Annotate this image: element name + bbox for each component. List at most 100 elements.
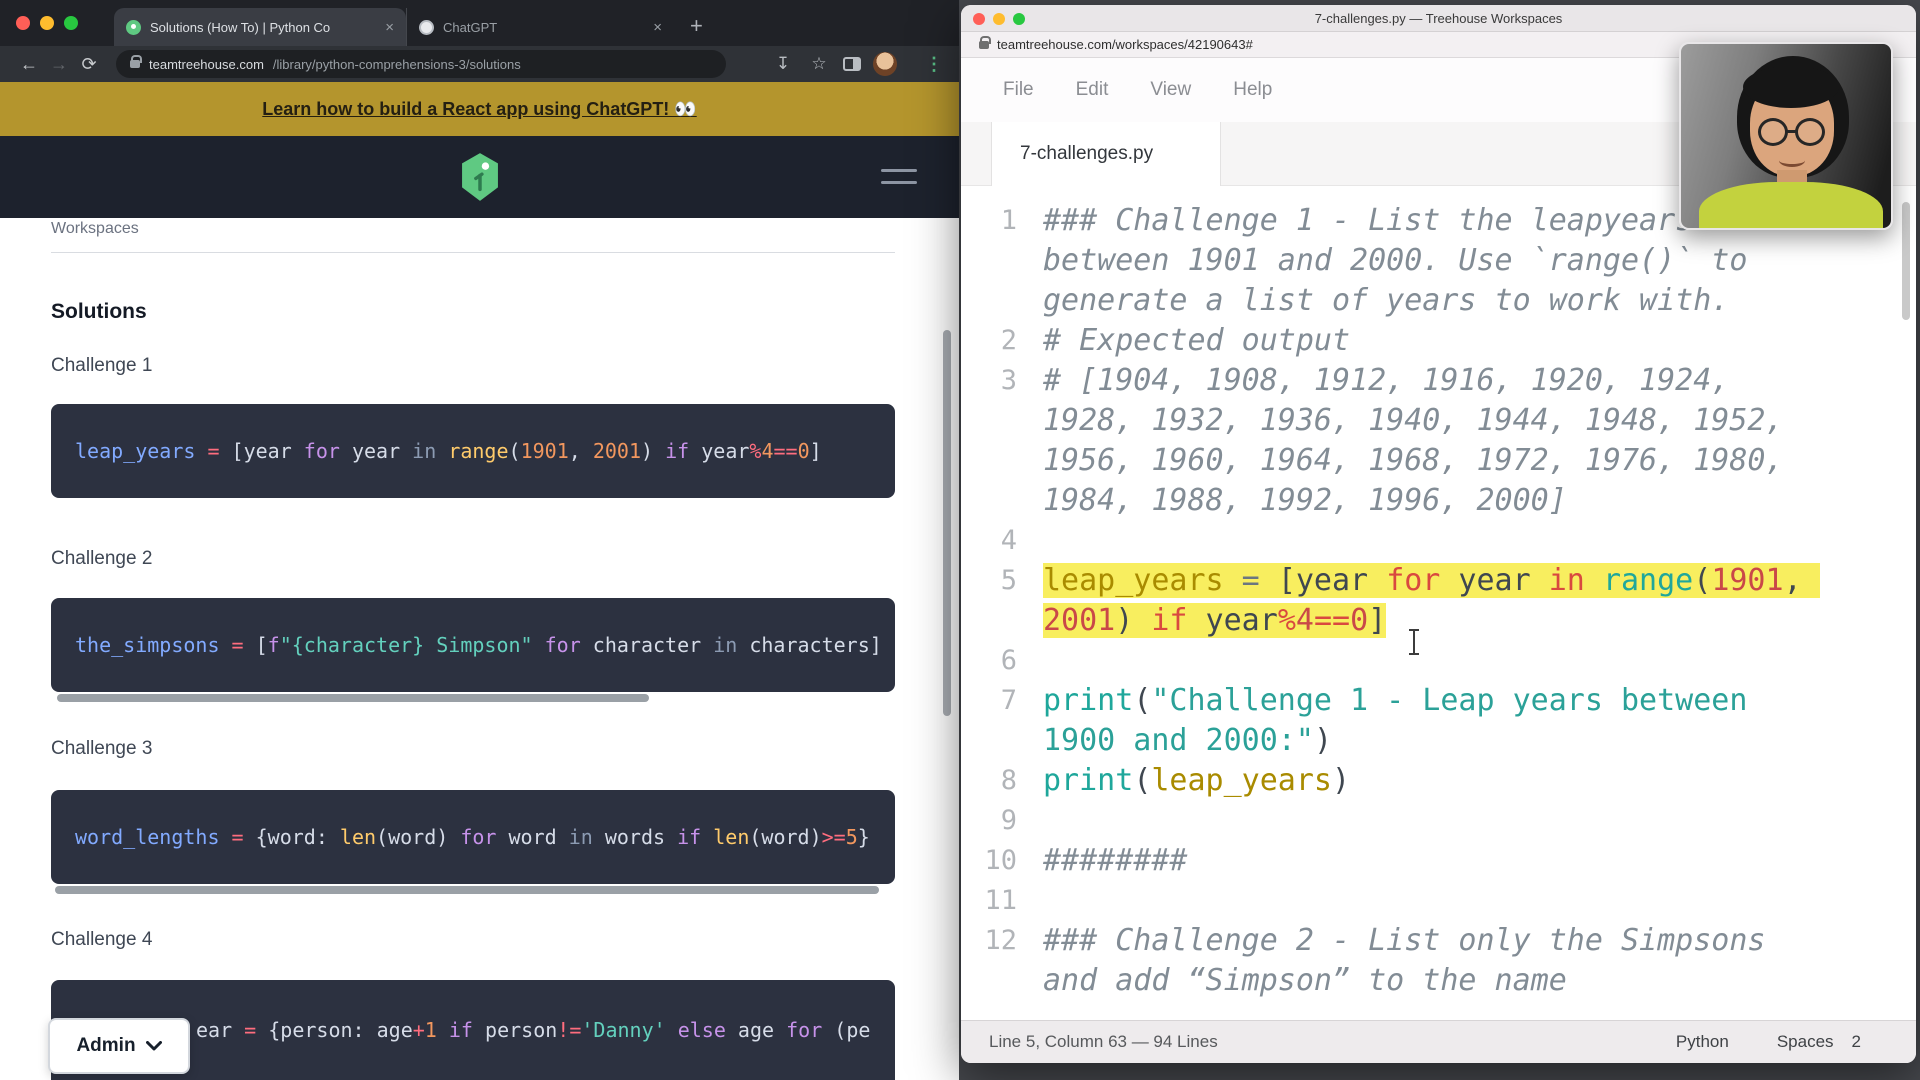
address-bar[interactable]: teamtreehouse.com/library/python-compreh… [116, 50, 726, 78]
traffic-lights [973, 13, 1025, 25]
indent-mode-label[interactable]: Spaces [1777, 1032, 1834, 1052]
line-number: 12 [961, 921, 1017, 1001]
breadcrumb-workspaces[interactable]: Workspaces [51, 220, 139, 238]
editor-line[interactable]: 9 [961, 801, 1916, 841]
close-tab-icon[interactable]: × [653, 20, 662, 35]
code-line[interactable]: # Expected output [1043, 321, 1823, 361]
workspace-window: 7-challenges.py — Treehouse Workspaces t… [961, 5, 1916, 1063]
code-line[interactable]: print(leap_years) [1043, 761, 1823, 801]
code-snippet-block: word_lengths = {word: len(word) for word… [51, 790, 895, 884]
text-cursor-pointer [1413, 630, 1415, 654]
horizontal-scrollbar-thumb[interactable] [57, 694, 649, 702]
editor-line[interactable]: 5 leap_years = [year for year in range(19… [961, 561, 1916, 641]
code-snippet-block: leap_years = [year for year in range(190… [51, 404, 895, 498]
code-line[interactable]: ### Challenge 2 - List only the Simpsons… [1043, 921, 1823, 1001]
download-icon[interactable]: ↧ [771, 54, 795, 74]
line-number: 9 [961, 801, 1017, 841]
editor-tab-7-challenges[interactable]: 7-challenges.py [991, 122, 1221, 186]
language-mode[interactable]: Python [1676, 1032, 1729, 1052]
glasses-left-lens [1758, 118, 1788, 146]
line-number: 3 [961, 361, 1017, 521]
webcam-overlay [1679, 42, 1893, 230]
menu-edit[interactable]: Edit [1076, 79, 1109, 101]
editor-line[interactable]: 7print("Challenge 1 - Leap years between… [961, 681, 1916, 761]
editor-line[interactable]: 3# [1904, 1908, 1912, 1916, 1920, 1924, … [961, 361, 1916, 521]
back-icon[interactable]: ← [14, 54, 44, 75]
browser-tab-solutions[interactable]: Solutions (How To) | Python Co × [114, 8, 406, 46]
code-line[interactable] [1043, 641, 1823, 681]
menu-view[interactable]: View [1150, 79, 1191, 101]
editor-line[interactable]: 12 ### Challenge 2 - List only the Simpso… [961, 921, 1916, 1001]
editor-line[interactable]: 8print(leap_years) [961, 761, 1916, 801]
menu-file[interactable]: File [1003, 79, 1034, 101]
line-number: 11 [961, 881, 1017, 921]
editor-statusbar: Line 5, Column 63 — 94 Lines Python Spac… [961, 1020, 1916, 1063]
code-line[interactable]: # [1904, 1908, 1912, 1916, 1920, 1924, 1… [1043, 361, 1823, 521]
browser-tab-chatgpt[interactable]: ChatGPT × [406, 8, 674, 46]
challenge-label: Challenge 2 [51, 548, 152, 570]
zoom-window-button[interactable] [1013, 13, 1025, 25]
lock-icon [130, 60, 140, 68]
line-number: 5 [961, 561, 1017, 641]
browser-toolbar: ← → ⟳ teamtreehouse.com/library/python-c… [0, 46, 959, 82]
browser-menu-kebab-icon[interactable]: ⋮ [923, 54, 945, 75]
tab-title: Solutions (How To) | Python Co [150, 20, 376, 35]
challenge-label: Challenge 4 [51, 929, 152, 951]
traffic-lights [0, 16, 90, 30]
profile-avatar[interactable] [873, 52, 897, 76]
workspace-titlebar[interactable]: 7-challenges.py — Treehouse Workspaces [961, 5, 1916, 32]
code-line[interactable]: print("Challenge 1 - Leap years between … [1043, 681, 1823, 761]
url-domain: teamtreehouse.com [149, 57, 264, 72]
indent-size-value[interactable]: 2 [1852, 1032, 1861, 1052]
code-line[interactable] [1043, 801, 1823, 841]
presenter-hair-fringe [1743, 66, 1839, 108]
vertical-scrollbar-thumb[interactable] [943, 330, 951, 716]
horizontal-scrollbar-thumb[interactable] [55, 886, 879, 894]
lock-icon [979, 41, 989, 49]
editor-line[interactable]: 4 [961, 521, 1916, 561]
code-line[interactable] [1043, 881, 1823, 921]
highlighted-code-line[interactable]: leap_years = [year for year in range(190… [1043, 561, 1823, 641]
presenter-shirt [1699, 182, 1883, 230]
editor-line[interactable]: 2# Expected output [961, 321, 1916, 361]
new-tab-button[interactable]: + [690, 13, 703, 39]
code-snippet-block: the_simpsons = [f"{character} Simpson" f… [51, 598, 895, 692]
hamburger-menu-icon[interactable] [881, 169, 917, 193]
treehouse-favicon [126, 20, 141, 35]
browser-tabstrip: Solutions (How To) | Python Co × ChatGPT… [0, 0, 959, 46]
editor-line[interactable]: 11 [961, 881, 1916, 921]
close-window-button[interactable] [973, 13, 985, 25]
side-panel-icon[interactable] [843, 57, 861, 71]
code-editor[interactable]: 1### Challenge 1 - List the leapyears be… [961, 189, 1916, 1020]
line-number: 1 [961, 201, 1017, 321]
editor-line[interactable]: 6 [961, 641, 1916, 681]
glasses-right-lens [1795, 118, 1825, 146]
browser-window: Solutions (How To) | Python Co × ChatGPT… [0, 0, 959, 1080]
editor-scrollbar-thumb[interactable] [1902, 202, 1910, 320]
menu-help[interactable]: Help [1233, 79, 1272, 101]
admin-dropdown-button[interactable]: Admin [48, 1018, 190, 1074]
code-line[interactable] [1043, 521, 1823, 561]
treehouse-logo[interactable] [457, 152, 503, 202]
reload-icon[interactable]: ⟳ [74, 54, 104, 75]
close-tab-icon[interactable]: × [385, 20, 394, 35]
minimize-window-button[interactable] [40, 16, 54, 30]
minimize-window-button[interactable] [993, 13, 1005, 25]
section-divider [51, 252, 895, 253]
promo-banner-link[interactable]: Learn how to build a React app using Cha… [262, 99, 696, 120]
editor-line[interactable]: 10######## [961, 841, 1916, 881]
challenge-label: Challenge 3 [51, 738, 152, 760]
line-number: 6 [961, 641, 1017, 681]
bookmark-star-icon[interactable]: ☆ [807, 54, 831, 74]
cursor-position-status: Line 5, Column 63 — 94 Lines [989, 1032, 1676, 1052]
glasses-bridge [1786, 130, 1796, 133]
challenge-label: Challenge 1 [51, 355, 152, 377]
forward-icon[interactable]: → [44, 54, 74, 75]
url-path: /library/python-comprehensions-3/solutio… [273, 57, 521, 72]
code-line[interactable]: ######## [1043, 841, 1823, 881]
promo-banner: Learn how to build a React app using Cha… [0, 82, 959, 136]
line-number: 4 [961, 521, 1017, 561]
chevron-down-icon [146, 1041, 162, 1051]
zoom-window-button[interactable] [64, 16, 78, 30]
close-window-button[interactable] [16, 16, 30, 30]
